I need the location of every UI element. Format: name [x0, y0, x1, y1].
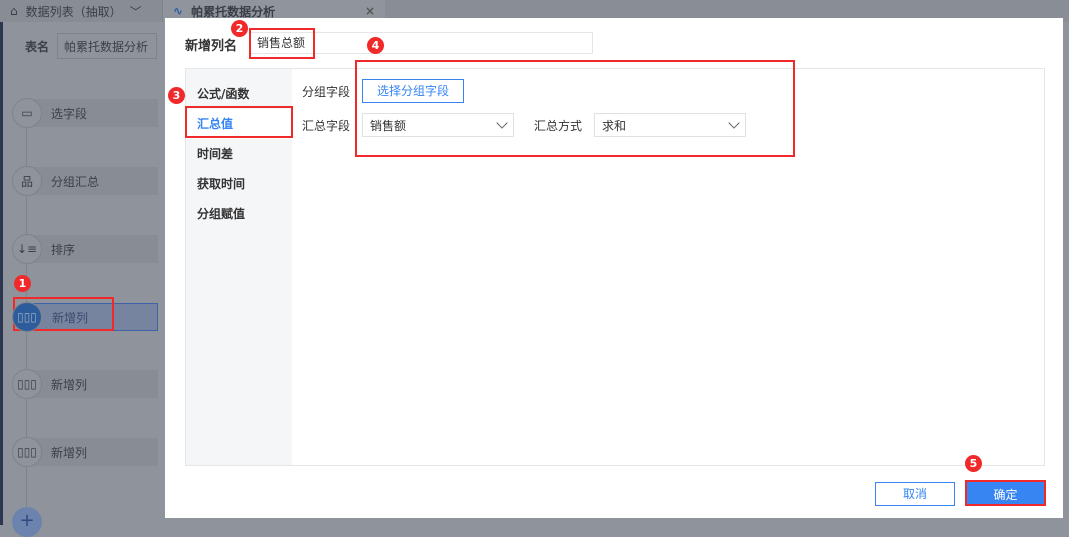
- step-badge-1: 1: [14, 275, 31, 292]
- highlight-box-3: [185, 106, 293, 138]
- flow-node-add-column[interactable]: ▯▯▯ 新增列: [12, 369, 158, 399]
- tab-label: 帕累托数据分析: [191, 4, 276, 19]
- chart-line-icon: ∿: [173, 4, 184, 18]
- close-icon[interactable]: ×: [365, 4, 375, 18]
- left-edge: [0, 22, 3, 525]
- node-label: 分组汇总: [26, 167, 158, 195]
- tab-label: 数据列表（抽取）: [25, 4, 122, 19]
- node-label: 新增列: [26, 438, 158, 466]
- menu-item-group-assign[interactable]: 分组赋值: [186, 199, 292, 229]
- menu-item-formula[interactable]: 公式/函数: [186, 79, 292, 109]
- flow-node-add-column[interactable]: ▯▯▯ 新增列: [12, 437, 158, 467]
- tab-data-list[interactable]: ⌂ 数据列表（抽取） ﹀: [0, 0, 163, 22]
- home-icon: ⌂: [10, 4, 18, 18]
- highlight-box-4: [355, 60, 795, 157]
- confirm-button[interactable]: 确定: [965, 480, 1046, 506]
- table-name-input[interactable]: 帕累托数据分析: [57, 33, 158, 59]
- add-column-icon: ▯▯▯: [12, 302, 42, 332]
- cancel-button[interactable]: 取消: [875, 482, 955, 506]
- flow-node-sort[interactable]: ↓≡ 排序: [12, 234, 158, 264]
- sum-field-label: 汇总字段: [302, 118, 351, 133]
- dialog-title: 新增列名: [185, 39, 238, 54]
- step-badge-2: 2: [231, 20, 248, 37]
- flow-node-select-field[interactable]: ▭ 选字段: [12, 98, 158, 128]
- table-name-label: 表名: [25, 39, 50, 54]
- step-badge-3: 3: [168, 87, 185, 104]
- add-column-icon: ▯▯▯: [12, 369, 42, 399]
- step-badge-4: 4: [367, 37, 384, 54]
- select-field-icon: ▭: [12, 98, 42, 128]
- table-name-bar: 表名 帕累托数据分析: [3, 30, 165, 62]
- group-icon: 品: [12, 166, 42, 196]
- add-column-dialog: 新增列名 销售总额 公式/函数 汇总值 时间差 获取时间 分组赋值 分组字段 选择…: [165, 18, 1063, 518]
- menu-item-get-time[interactable]: 获取时间: [186, 169, 292, 199]
- flow-node-group[interactable]: 品分组汇总: [12, 166, 158, 196]
- chevron-down-icon[interactable]: ﹀: [130, 3, 142, 20]
- step-badge-5: 5: [965, 455, 982, 472]
- menu-item-time-diff[interactable]: 时间差: [186, 139, 292, 169]
- highlight-box-2: [249, 28, 315, 59]
- sort-icon: ↓≡: [12, 234, 42, 264]
- group-field-label: 分组字段: [302, 84, 351, 99]
- add-step-button[interactable]: +: [12, 507, 42, 537]
- add-column-icon: ▯▯▯: [12, 437, 42, 467]
- node-label: 排序: [26, 235, 158, 263]
- node-label: 选字段: [26, 99, 158, 127]
- node-label: 新增列: [26, 370, 158, 398]
